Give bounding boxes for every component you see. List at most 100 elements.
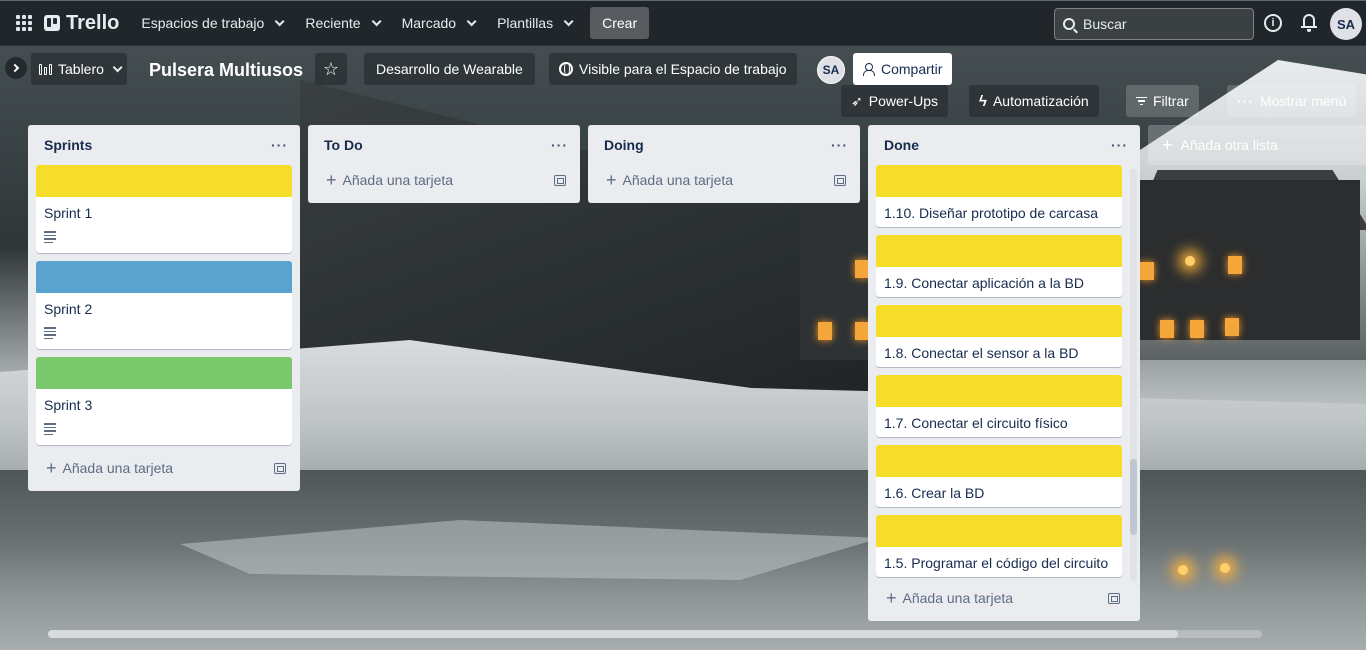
board-horizontal-scrollbar[interactable] — [48, 630, 1262, 638]
board-scrollbar-thumb[interactable] — [48, 630, 1178, 638]
list-title[interactable]: To Do — [324, 137, 363, 153]
board-view-switcher[interactable]: Tablero — [31, 53, 127, 85]
starred-menu[interactable]: Marcado — [392, 7, 483, 39]
card-done-1-8[interactable]: 1.8. Conectar el sensor a la BD — [876, 305, 1122, 367]
list-title[interactable]: Done — [884, 137, 919, 153]
card-template-icon[interactable] — [1108, 592, 1120, 604]
filter-button[interactable]: Filtrar — [1126, 85, 1199, 117]
chevron-down-icon — [371, 15, 382, 26]
list-actions-icon[interactable]: ··· — [831, 137, 852, 153]
done-cards-container[interactable]: 1.10. Diseñar prototipo de carcasa 1.9. … — [876, 165, 1136, 583]
board-title[interactable]: Pulsera Multiusos — [149, 60, 303, 81]
description-icon — [44, 231, 284, 243]
chevron-down-icon — [563, 15, 574, 26]
card-done-1-6[interactable]: 1.6. Crear la BD — [876, 445, 1122, 507]
trello-logo[interactable]: Trello — [44, 12, 119, 35]
card-done-1-9[interactable]: 1.9. Conectar aplicación a la BD — [876, 235, 1122, 297]
card-cover — [876, 445, 1122, 477]
rocket-icon: ➶ — [851, 92, 863, 109]
show-menu-button[interactable]: ··· Mostrar menú — [1227, 85, 1357, 117]
card-done-1-10[interactable]: 1.10. Diseñar prototipo de carcasa — [876, 165, 1122, 227]
member-avatar[interactable]: SA — [817, 56, 845, 84]
card-template-icon[interactable] — [274, 462, 286, 474]
description-icon — [44, 327, 284, 339]
list-header: Doing ··· — [596, 125, 852, 165]
add-card-button[interactable]: + Añada una tarjeta — [36, 453, 292, 483]
expand-sidebar-button[interactable] — [5, 57, 27, 79]
card-cover — [36, 165, 292, 197]
list-title[interactable]: Sprints — [44, 137, 92, 153]
list-actions-icon[interactable]: ··· — [271, 137, 292, 153]
star-icon: ☆ — [322, 59, 340, 79]
list-scrollbar[interactable] — [1130, 169, 1137, 581]
list-actions-icon[interactable]: ··· — [551, 137, 572, 153]
description-icon — [44, 423, 284, 435]
workspaces-label: Espacios de trabajo — [141, 15, 265, 31]
card-sprint-2[interactable]: Sprint 2 — [36, 261, 292, 349]
card-title: 1.9. Conectar aplicación a la BD — [884, 275, 1084, 291]
card-cover — [876, 375, 1122, 407]
card-template-icon[interactable] — [834, 174, 846, 186]
add-list-button[interactable]: + Añada otra lista — [1148, 125, 1366, 165]
show-menu-label: Mostrar menú — [1260, 93, 1347, 109]
add-card-button[interactable]: + Añada una tarjeta — [316, 165, 572, 195]
card-cover — [876, 305, 1122, 337]
plus-icon: + — [326, 170, 337, 190]
share-label: Compartir — [881, 61, 943, 77]
plus-icon: + — [886, 588, 897, 608]
card-template-icon[interactable] — [554, 174, 566, 186]
card-cover — [876, 515, 1122, 547]
add-card-label: Añada una tarjeta — [342, 172, 454, 188]
add-card-label: Añada una tarjeta — [62, 460, 174, 476]
workspace-button[interactable]: Desarrollo de Wearable — [364, 53, 535, 85]
list-header: Done ··· — [876, 125, 1136, 165]
notifications-bell-icon[interactable] — [1300, 13, 1318, 33]
chevron-down-icon — [466, 15, 477, 26]
list-actions-icon[interactable]: ··· — [1111, 137, 1136, 153]
add-list-label: Añada otra lista — [1180, 137, 1278, 153]
card-sprint-3[interactable]: Sprint 3 — [36, 357, 292, 445]
list-todo[interactable]: To Do ··· + Añada una tarjeta — [308, 125, 580, 203]
list-title[interactable]: Doing — [604, 137, 644, 153]
board-view-label: Tablero — [58, 61, 104, 77]
visibility-icon — [559, 62, 573, 76]
list-doing[interactable]: Doing ··· + Añada una tarjeta — [588, 125, 860, 203]
search-box[interactable] — [1054, 8, 1254, 40]
powerups-button[interactable]: ➶ Power-Ups — [841, 85, 948, 117]
workspaces-menu[interactable]: Espacios de trabajo — [131, 7, 291, 39]
chevron-right-icon — [10, 63, 20, 73]
templates-menu[interactable]: Plantillas — [487, 7, 580, 39]
search-icon — [1063, 18, 1075, 30]
chevron-down-icon — [274, 15, 285, 26]
top-navigation: Trello Espacios de trabajo Reciente Marc… — [0, 0, 1366, 46]
apps-switcher-icon[interactable] — [8, 7, 40, 39]
list-scrollbar-thumb[interactable] — [1130, 459, 1137, 535]
list-sprints[interactable]: Sprints ··· Sprint 1 Sprint 2 Sprint 3 +… — [28, 125, 300, 491]
visibility-button[interactable]: Visible para el Espacio de trabajo — [549, 53, 797, 85]
search-input[interactable] — [1083, 16, 1233, 32]
plus-icon: + — [1162, 135, 1173, 155]
lightning-icon: ϟ — [979, 92, 987, 110]
card-title: Sprint 3 — [44, 397, 93, 413]
card-title: 1.10. Diseñar prototipo de carcasa — [884, 205, 1099, 221]
add-card-button[interactable]: + Añada una tarjeta — [876, 583, 1126, 613]
list-done[interactable]: Done ··· 1.10. Diseñar prototipo de carc… — [868, 125, 1140, 621]
share-button[interactable]: Compartir — [853, 53, 953, 85]
add-card-button[interactable]: + Añada una tarjeta — [596, 165, 852, 195]
add-card-label: Añada una tarjeta — [902, 590, 1014, 606]
visibility-label: Visible para el Espacio de trabajo — [579, 61, 787, 77]
create-button[interactable]: Crear — [590, 7, 650, 39]
star-board-button[interactable]: ☆ — [315, 53, 347, 85]
filter-label: Filtrar — [1153, 93, 1189, 109]
starred-label: Marcado — [401, 15, 457, 31]
card-sprint-1[interactable]: Sprint 1 — [36, 165, 292, 253]
plus-icon: + — [46, 458, 57, 478]
card-cover — [876, 165, 1122, 197]
info-icon[interactable]: i — [1264, 14, 1282, 32]
account-avatar[interactable]: SA — [1330, 8, 1362, 40]
recent-menu[interactable]: Reciente — [295, 7, 387, 39]
card-done-1-5[interactable]: 1.5. Programar el código del circuito — [876, 515, 1122, 577]
card-title: 1.7. Conectar el circuito físico — [884, 415, 1068, 431]
card-done-1-7[interactable]: 1.7. Conectar el circuito físico — [876, 375, 1122, 437]
automation-button[interactable]: ϟ Automatización — [969, 85, 1099, 117]
